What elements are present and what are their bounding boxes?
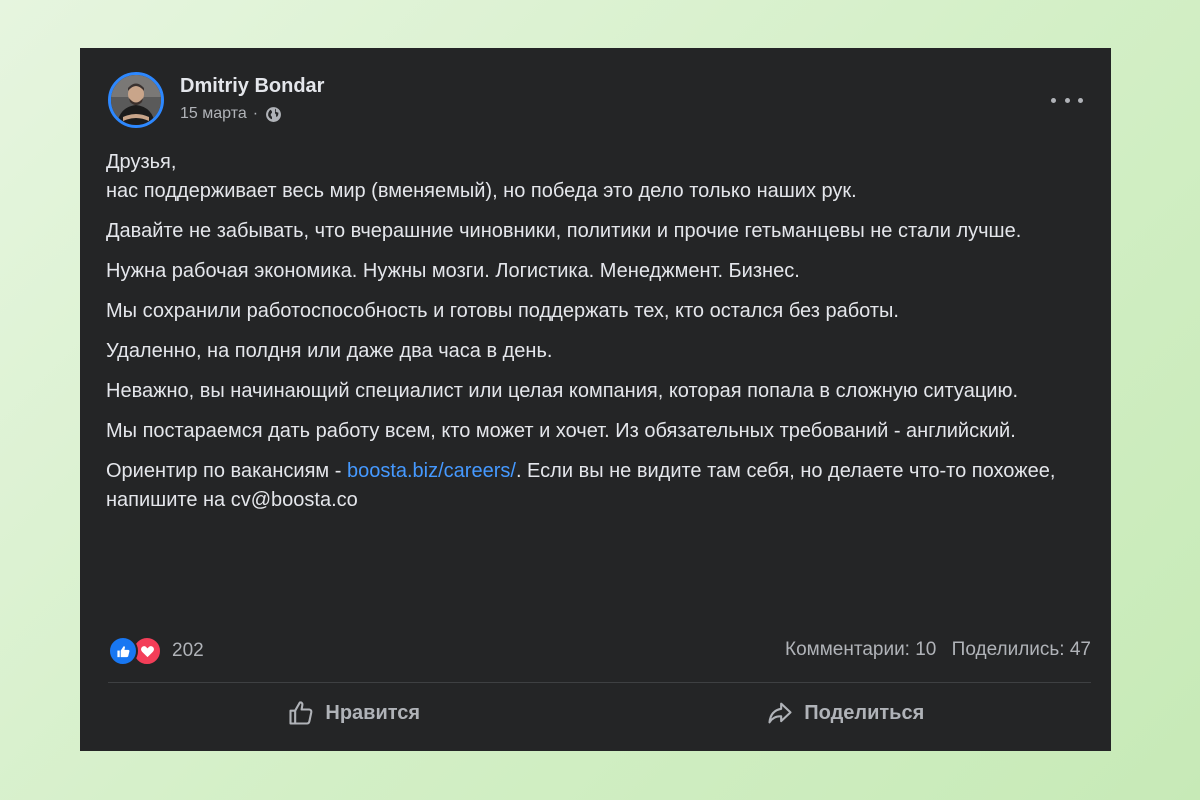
reactions-summary[interactable]: 202 (108, 636, 204, 666)
share-button-label: Поделиться (804, 701, 925, 724)
post-paragraph: Удаленно, на полдня или даже два часа в … (106, 340, 553, 362)
like-reaction-icon (108, 636, 138, 666)
comments-count[interactable]: Комментарии: 10 (785, 639, 936, 660)
post-paragraph: Нужна рабочая экономика. Нужны мозги. Ло… (106, 260, 800, 282)
post-date[interactable]: 15 марта (180, 105, 247, 123)
post-text-fragment: Ориентир по вакансиям - (106, 460, 347, 482)
post-actions: Нравится Поделиться (108, 690, 1091, 736)
post-paragraph: Ориентир по вакансиям - boosta.biz/caree… (106, 457, 1066, 515)
like-button[interactable]: Нравится (108, 690, 600, 736)
like-button-label: Нравится (325, 701, 421, 724)
reaction-count: 202 (172, 640, 204, 661)
thumbs-up-icon (289, 701, 313, 725)
post-paragraph: Давайте не забывать, что вчерашние чинов… (106, 220, 1022, 242)
author-name[interactable]: Dmitriy Bondar (180, 75, 324, 98)
post-paragraph: Мы постараемся дать работу всем, кто мож… (106, 420, 1016, 442)
post-paragraph: Друзья, нас поддерживает весь мир (вменя… (106, 148, 1066, 206)
post-text: Друзья, нас поддерживает весь мир (вменя… (106, 148, 1066, 526)
post-line: нас поддерживает весь мир (вменяемый), н… (106, 180, 857, 202)
shares-count[interactable]: Поделились: 47 (952, 639, 1091, 660)
post-paragraph: Неважно, вы начинающий специалист или це… (106, 380, 1019, 402)
post-stats: 202 Комментарии: 10 Поделились: 47 (108, 636, 1091, 666)
more-options-icon[interactable] (1051, 90, 1083, 110)
share-button[interactable]: Поделиться (600, 690, 1092, 736)
meta-separator: · (252, 105, 259, 122)
facebook-post-card: Dmitriy Bondar 15 марта · Друзья, нас по… (80, 48, 1111, 751)
globe-icon (265, 106, 282, 123)
careers-link[interactable]: boosta.biz/careers/ (347, 460, 516, 482)
actions-divider (108, 682, 1091, 683)
engagement-counts: Комментарии: 10 Поделились: 47 (785, 639, 1091, 661)
post-line: Друзья, (106, 151, 177, 173)
author-avatar[interactable] (108, 72, 164, 128)
post-header: Dmitriy Bondar 15 марта · (108, 72, 1091, 132)
share-arrow-icon (768, 702, 792, 724)
post-paragraph: Мы сохранили работоспособность и готовы … (106, 300, 899, 322)
post-meta: 15 марта · (180, 105, 282, 123)
